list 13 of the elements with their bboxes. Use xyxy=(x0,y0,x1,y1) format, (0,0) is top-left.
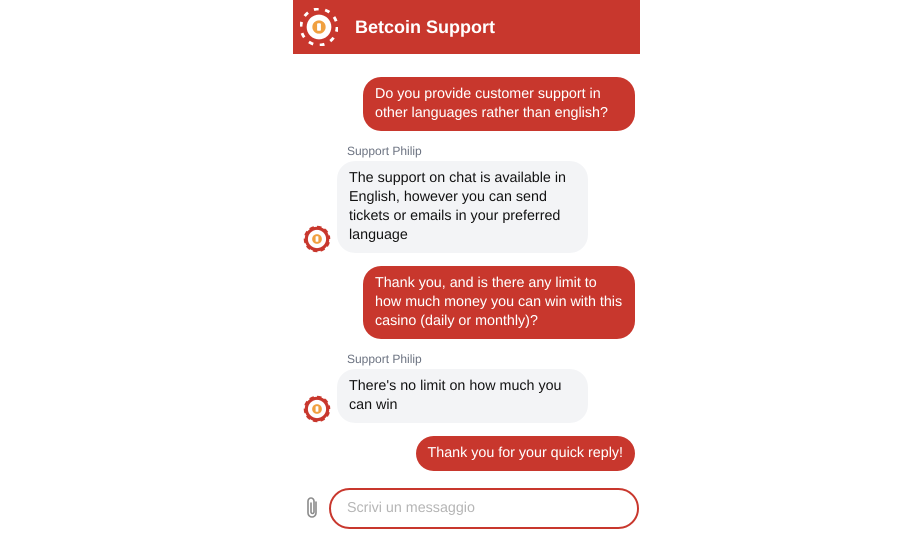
received-message: There's no limit on how much you can win xyxy=(337,369,588,423)
received-message: The support on chat is available in English, however you can send tickets or emails in your preferred language xyxy=(337,161,588,253)
sent-message: Thank you for your quick reply! xyxy=(416,436,635,471)
chat-title: Betcoin Support xyxy=(355,16,495,39)
sender-name: Support Philip xyxy=(347,143,423,159)
avatar-icon xyxy=(303,225,331,253)
avatar-icon xyxy=(303,395,331,423)
sent-message: Do you provide customer support in other languages rather than english? xyxy=(363,77,635,131)
message-input[interactable]: Scrivi un messaggio xyxy=(329,488,639,528)
logo-icon xyxy=(300,8,338,46)
sender-name: Support Philip xyxy=(347,351,423,367)
sent-message: Thank you, and is there any limit to how much money you can win with this casino (daily or monthly)? xyxy=(363,266,635,339)
paperclip-icon[interactable] xyxy=(305,496,319,520)
